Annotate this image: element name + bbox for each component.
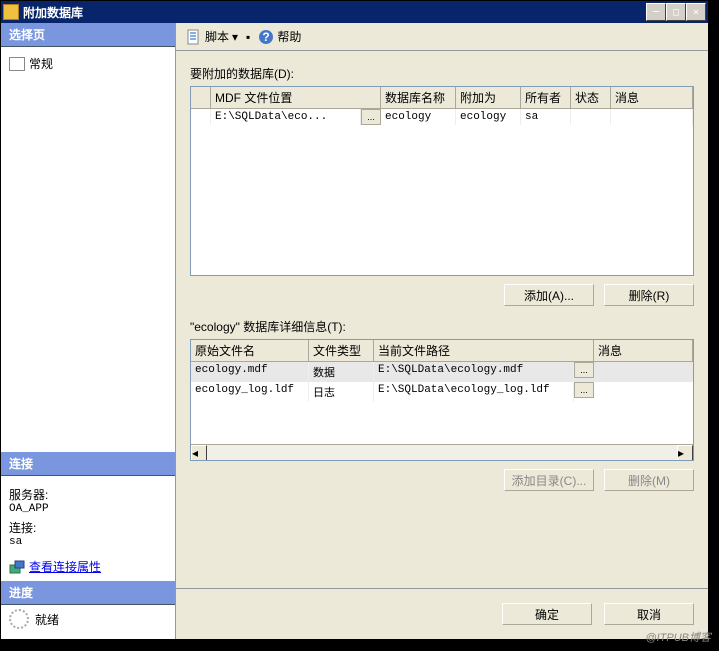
connection-header: 连接 <box>1 452 175 476</box>
close-button[interactable]: ✕ <box>686 3 706 21</box>
col-attachas[interactable]: 附加为 <box>456 87 521 108</box>
col-dbname[interactable]: 数据库名称 <box>381 87 456 108</box>
table-row[interactable]: ecology.mdf 数据 E:\SQLData\ecology.mdf ..… <box>191 362 693 382</box>
window-title: 附加数据库 <box>23 4 646 21</box>
dcol-fname[interactable]: 原始文件名 <box>191 340 309 361</box>
sidebar-item-general[interactable]: 常规 <box>9 53 167 74</box>
dcol-ftype[interactable]: 文件类型 <box>309 340 374 361</box>
script-button[interactable]: 脚本 ▾ <box>182 26 242 47</box>
chevron-down-icon: ▾ <box>232 30 238 44</box>
attach-databases-label: 要附加的数据库(D): <box>190 65 694 82</box>
page-icon <box>9 57 25 71</box>
app-icon <box>3 4 19 20</box>
select-page-header: 选择页 <box>1 23 175 47</box>
connection-label: 连接: <box>9 519 167 536</box>
progress-spinner-icon <box>9 609 29 629</box>
dialog-footer: 确定 取消 <box>176 588 708 639</box>
progress-header: 进度 <box>1 581 175 605</box>
server-label: 服务器: <box>9 486 167 503</box>
main-panel: 脚本 ▾ ▪ ? 帮助 要附加的数据库(D): MDF 文件位置 数据库名称 附… <box>176 23 708 639</box>
remove-button[interactable]: 删除(R) <box>604 284 694 306</box>
view-connection-properties-link[interactable]: 查看连接属性 <box>9 558 167 575</box>
cancel-button[interactable]: 取消 <box>604 603 694 625</box>
details-label: "ecology" 数据库详细信息(T): <box>190 318 694 335</box>
dcol-fpath[interactable]: 当前文件路径 <box>374 340 594 361</box>
databases-grid[interactable]: MDF 文件位置 数据库名称 附加为 所有者 状态 消息 E:\SQLData\… <box>190 86 694 276</box>
col-status[interactable]: 状态 <box>571 87 611 108</box>
browse-button[interactable]: ... <box>361 109 381 125</box>
dcol-fmsg[interactable]: 消息 <box>594 340 693 361</box>
table-row[interactable]: E:\SQLData\eco... ... ecology ecology sa <box>191 109 693 125</box>
maximize-button[interactable]: □ <box>666 3 686 21</box>
add-button[interactable]: 添加(A)... <box>504 284 594 306</box>
toolbar: 脚本 ▾ ▪ ? 帮助 <box>176 23 708 51</box>
script-icon <box>186 29 202 45</box>
remove-file-button: 删除(M) <box>604 469 694 491</box>
sidebar-item-label: 常规 <box>29 55 53 72</box>
progress-status: 就绪 <box>35 611 59 628</box>
details-grid[interactable]: 原始文件名 文件类型 当前文件路径 消息 ecology.mdf 数据 E:\S… <box>190 339 694 461</box>
connection-value: sa <box>9 536 167 548</box>
minimize-button[interactable]: ─ <box>646 3 666 21</box>
table-row[interactable]: ecology_log.ldf 日志 E:\SQLData\ecology_lo… <box>191 382 693 402</box>
server-icon <box>9 559 25 575</box>
server-value: OA_APP <box>9 503 167 515</box>
add-directory-button: 添加目录(C)... <box>504 469 594 491</box>
scroll-right-button[interactable]: ▸ <box>677 445 693 461</box>
help-icon: ? <box>258 29 274 45</box>
sidebar: 选择页 常规 连接 服务器: OA_APP 连接: sa 查看连接属性 <box>1 23 176 639</box>
watermark: @ITPUB博客 <box>645 629 711 645</box>
help-button[interactable]: ? 帮助 <box>254 26 305 47</box>
svg-text:?: ? <box>263 30 270 44</box>
attach-database-dialog: 附加数据库 ─ □ ✕ 选择页 常规 连接 服务器: OA_APP 连接: sa <box>0 0 709 640</box>
col-owner[interactable]: 所有者 <box>521 87 571 108</box>
browse-button[interactable]: ... <box>574 362 594 378</box>
ok-button[interactable]: 确定 <box>502 603 592 625</box>
col-msg[interactable]: 消息 <box>611 87 693 108</box>
browse-button[interactable]: ... <box>574 382 594 398</box>
col-mdf[interactable]: MDF 文件位置 <box>211 87 381 108</box>
scroll-left-button[interactable]: ◂ <box>191 445 207 461</box>
titlebar[interactable]: 附加数据库 ─ □ ✕ <box>1 1 708 23</box>
horizontal-scrollbar[interactable]: ◂ ▸ <box>191 444 693 460</box>
